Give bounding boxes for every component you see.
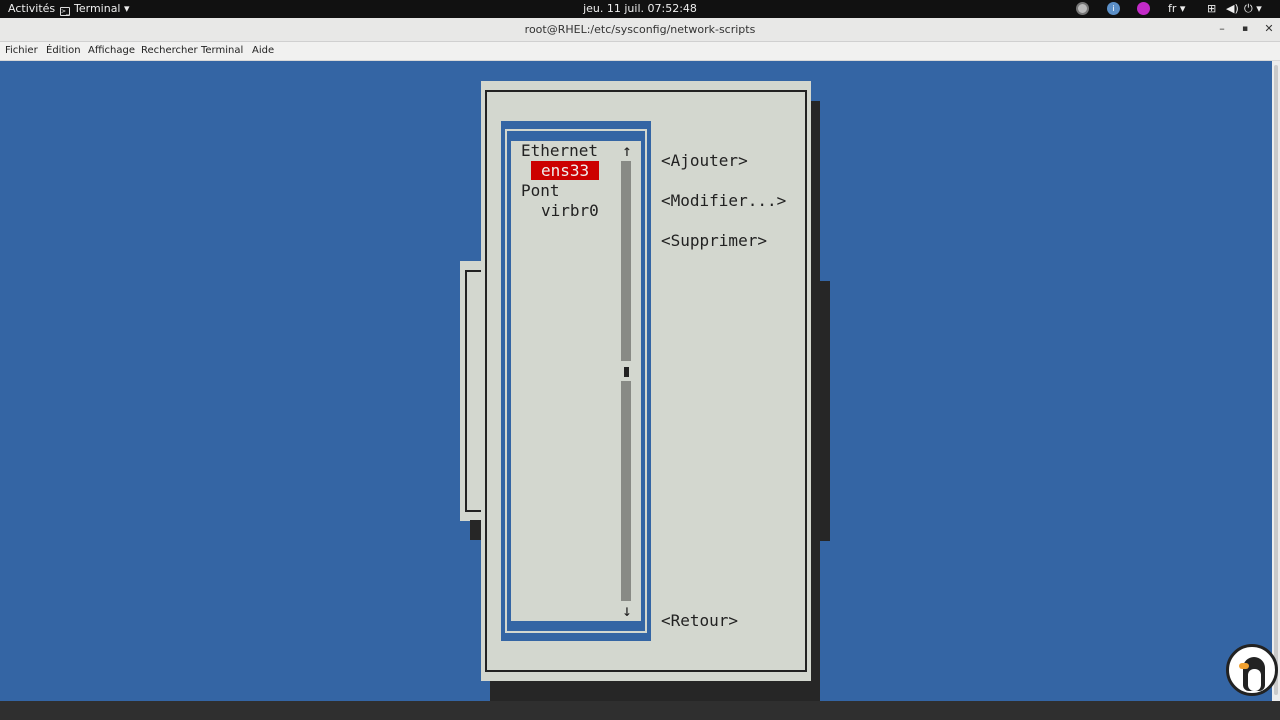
menu-terminal[interactable]: Terminal — [201, 45, 243, 56]
power-icon[interactable]: ⏻ ▾ — [1244, 2, 1262, 16]
delete-button[interactable]: <Supprimer> — [661, 231, 767, 251]
chrome-tray-icon[interactable] — [1076, 2, 1089, 15]
back-button[interactable]: <Retour> — [661, 611, 738, 631]
maximize-button[interactable]: ▪ — [1237, 24, 1253, 34]
color-picker-tray-icon[interactable] — [1137, 2, 1150, 15]
list-item-ens33[interactable]: ens33 — [521, 161, 600, 181]
minimize-button[interactable]: – — [1214, 22, 1230, 35]
nmtui-dialog: Ethernet ens33 Pont virbr0 ↑ ↓ <Ajouter>… — [481, 81, 811, 681]
menu-affichage[interactable]: Affichage — [88, 45, 135, 56]
list-item-pont-header[interactable]: Pont — [521, 181, 560, 201]
scroll-down-arrow-icon[interactable]: ↓ — [621, 601, 633, 621]
edit-button[interactable]: <Modifier...> — [661, 191, 786, 211]
connection-list-box: Ethernet ens33 Pont virbr0 ↑ ↓ — [501, 121, 651, 641]
scroll-up-arrow-icon[interactable]: ↑ — [621, 141, 633, 161]
info-tray-icon[interactable]: i — [1107, 2, 1120, 15]
window-title: root@RHEL:/etc/sysconfig/network-scripts — [524, 23, 756, 36]
list-item-label-selected: ens33 — [531, 161, 600, 180]
list-item-label: Ethernet — [521, 141, 599, 160]
menu-rechercher[interactable]: Rechercher — [141, 45, 198, 56]
close-button[interactable]: ✕ — [1261, 22, 1277, 35]
menu-bar: Fichier Édition Affichage Rechercher Ter… — [0, 42, 1280, 61]
window-titlebar[interactable]: root@RHEL:/etc/sysconfig/network-scripts… — [0, 18, 1280, 42]
scrollbar-thumb[interactable] — [624, 367, 629, 377]
bottom-strip — [0, 701, 1280, 720]
dialog-shadow-bottom — [490, 681, 820, 701]
menu-aide[interactable]: Aide — [252, 45, 274, 56]
list-item-ethernet-header[interactable]: Ethernet — [521, 141, 598, 161]
menu-fichier[interactable]: Fichier — [5, 45, 38, 56]
penguin-logo-icon — [1226, 644, 1278, 696]
terminal-scrollbar[interactable] — [1272, 61, 1280, 701]
terminal-scrollbar-thumb[interactable] — [1274, 65, 1278, 695]
penguin-belly — [1248, 669, 1261, 691]
penguin-beak — [1239, 663, 1249, 669]
list-item-virbr0[interactable]: virbr0 — [521, 201, 599, 221]
language-selector[interactable]: fr ▾ — [1168, 2, 1185, 16]
add-button[interactable]: <Ajouter> — [661, 151, 748, 171]
menu-edition[interactable]: Édition — [46, 45, 81, 56]
list-scrollbar[interactable] — [621, 161, 631, 601]
network-icon[interactable]: ⊞ — [1207, 2, 1216, 16]
list-item-label: Pont — [521, 181, 560, 200]
terminal-area[interactable]: Ethernet ens33 Pont virbr0 ↑ ↓ <Ajouter>… — [0, 61, 1272, 701]
list-item-label: virbr0 — [541, 201, 599, 220]
dialog-shadow-right — [810, 101, 820, 701]
volume-icon[interactable]: ◀) — [1226, 2, 1239, 16]
connection-list[interactable]: Ethernet ens33 Pont virbr0 ↑ ↓ — [511, 141, 641, 621]
gnome-top-bar: Activités >_ Terminal ▾ jeu. 11 juil. 07:… — [0, 0, 1280, 18]
